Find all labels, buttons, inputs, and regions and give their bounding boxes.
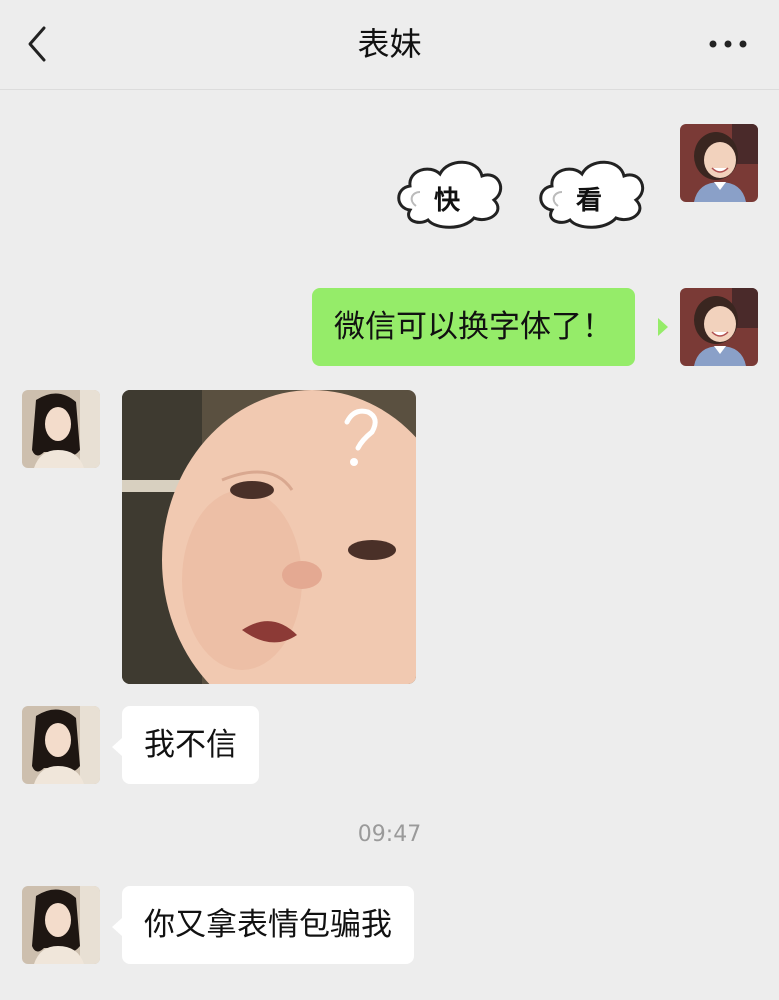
my-avatar[interactable] <box>680 124 758 202</box>
cousin-message-bubble[interactable]: 我不信 <box>122 706 259 784</box>
my-avatar-image <box>680 124 758 202</box>
chat-header: 表妹 <box>0 0 779 90</box>
bubble-tail <box>658 318 668 336</box>
message-text: 微信可以换字体了！ <box>334 309 613 345</box>
cousin-avatar-image <box>22 706 100 784</box>
cousin-avatar[interactable] <box>22 886 100 964</box>
cousin-avatar-image <box>22 886 100 964</box>
my-message-bubble[interactable]: 微信可以换字体了！ <box>312 288 635 366</box>
message-text: 我不信 <box>144 727 237 763</box>
message-text: 你又拿表情包骗我 <box>144 907 392 943</box>
message-timestamp: 09:47 <box>357 822 422 847</box>
bubble-tail <box>112 738 122 756</box>
more-button[interactable] <box>707 34 749 54</box>
chat-title: 表妹 <box>357 25 422 63</box>
cousin-avatar[interactable] <box>22 390 100 468</box>
cousin-avatar[interactable] <box>22 706 100 784</box>
cousin-message-bubble[interactable]: 你又拿表情包骗我 <box>122 886 414 964</box>
my-avatar[interactable] <box>680 288 758 366</box>
bubble-tail <box>112 918 122 936</box>
meme-image-message[interactable] <box>122 390 416 684</box>
sticker-char-kuai: 快 <box>434 186 461 216</box>
cousin-avatar-image <box>22 390 100 468</box>
sticker-chars: 快 看 <box>390 150 650 235</box>
more-dots-icon <box>709 40 747 48</box>
confused-baby-meme-image <box>122 390 416 684</box>
my-avatar-image <box>680 288 758 366</box>
sticker-char-kan: 看 <box>576 186 603 216</box>
